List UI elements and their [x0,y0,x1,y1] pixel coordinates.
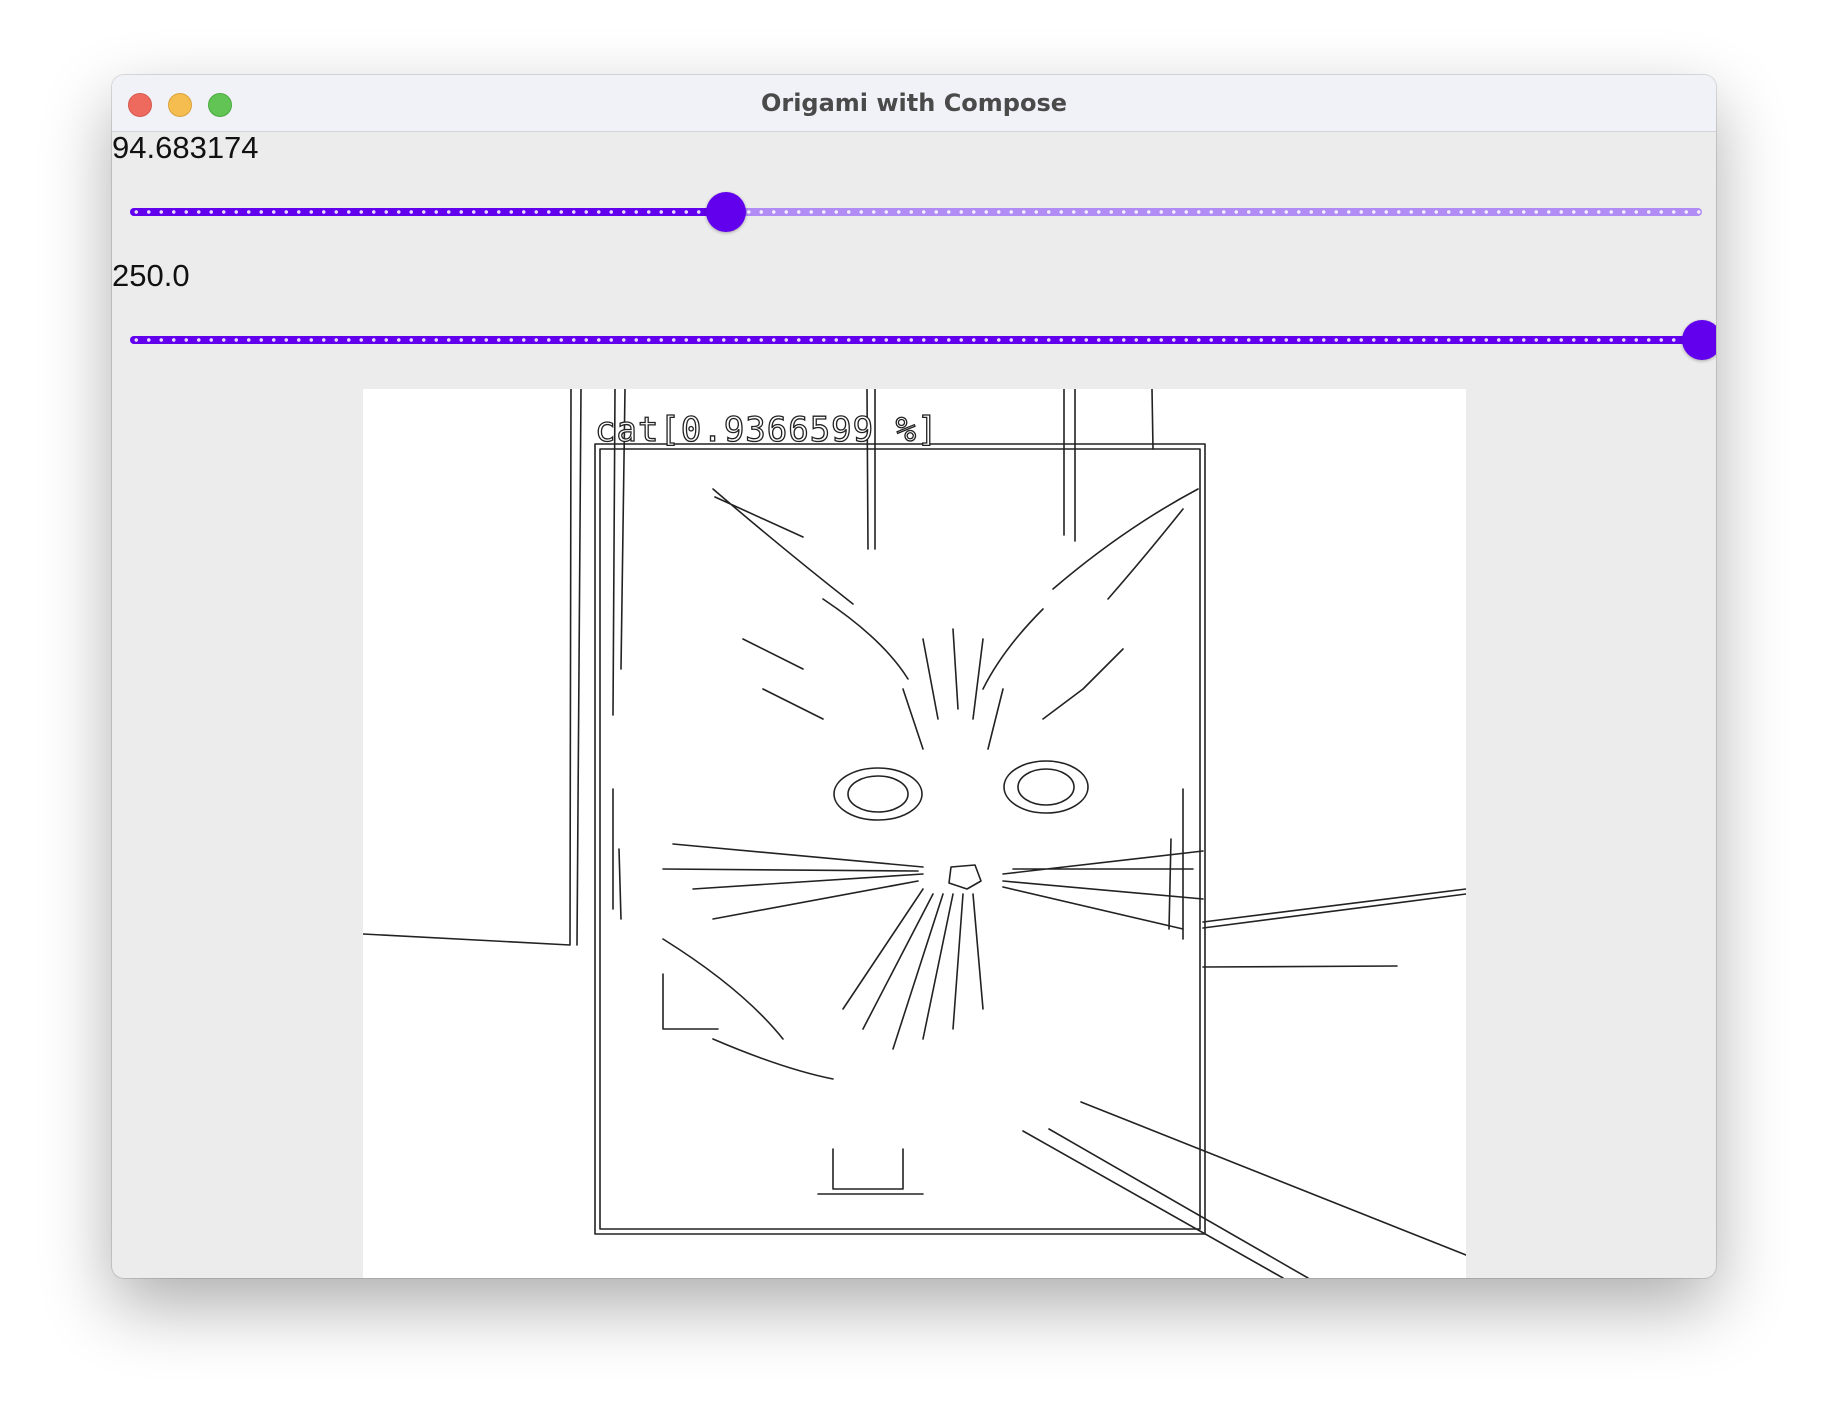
window-edge-right [1168,788,1184,940]
cat-left-ear [712,488,854,605]
cat-forehead [822,598,1044,690]
cat-cheek-fur [742,638,1124,720]
floor-edge-mid [1202,965,1398,968]
cat-left-paw [662,973,719,1030]
cat-left-whiskers [662,843,924,920]
floor-line-3 [1022,1130,1284,1278]
floor-edge-right-2 [1202,893,1466,929]
slider2-value-label: 250.0 [112,258,190,293]
slider1-value-label: 94.683174 [112,130,259,165]
floor-edge-right [1202,888,1466,923]
edge-image-drawing: cat[0.9366599 %] [363,389,1466,1278]
floor-line-1 [1080,1101,1466,1256]
floor-line-2 [1048,1128,1309,1278]
slider1-thumb[interactable] [706,192,746,232]
slider2-tick-marks [130,338,1702,342]
threshold-slider-1[interactable] [130,191,1702,232]
slider2-thumb[interactable] [1682,320,1716,360]
title-bar: Origami with Compose [112,75,1716,132]
app-window: Origami with Compose 94.683174 250.0 cat… [112,75,1716,1278]
pole-edge-5 [1151,389,1154,450]
cat-right-eye-iris [1017,768,1075,806]
cat-chin-fur [842,888,984,1050]
detection-label: cat[0.9366599 %] [595,410,939,450]
bounding-box-inner [599,448,1201,1230]
cat-nose [948,864,982,890]
wall-edge-left [363,389,572,946]
wall-edge-left-2 [576,389,582,946]
cat-right-whiskers [1002,850,1204,930]
cat-front-paws [817,1148,924,1195]
window-title: Origami with Compose [760,89,1068,117]
threshold-slider-2[interactable] [130,319,1716,360]
edge-detection-image: cat[0.9366599 %] [363,389,1466,1278]
cat-forehead-fur [902,628,1004,750]
cat-chest-fur [662,938,834,1080]
cat-left-eye-iris [847,775,909,813]
cat-side-edge [612,788,622,920]
slider1-tick-marks [130,210,1702,214]
edge-lines [363,389,1466,1278]
